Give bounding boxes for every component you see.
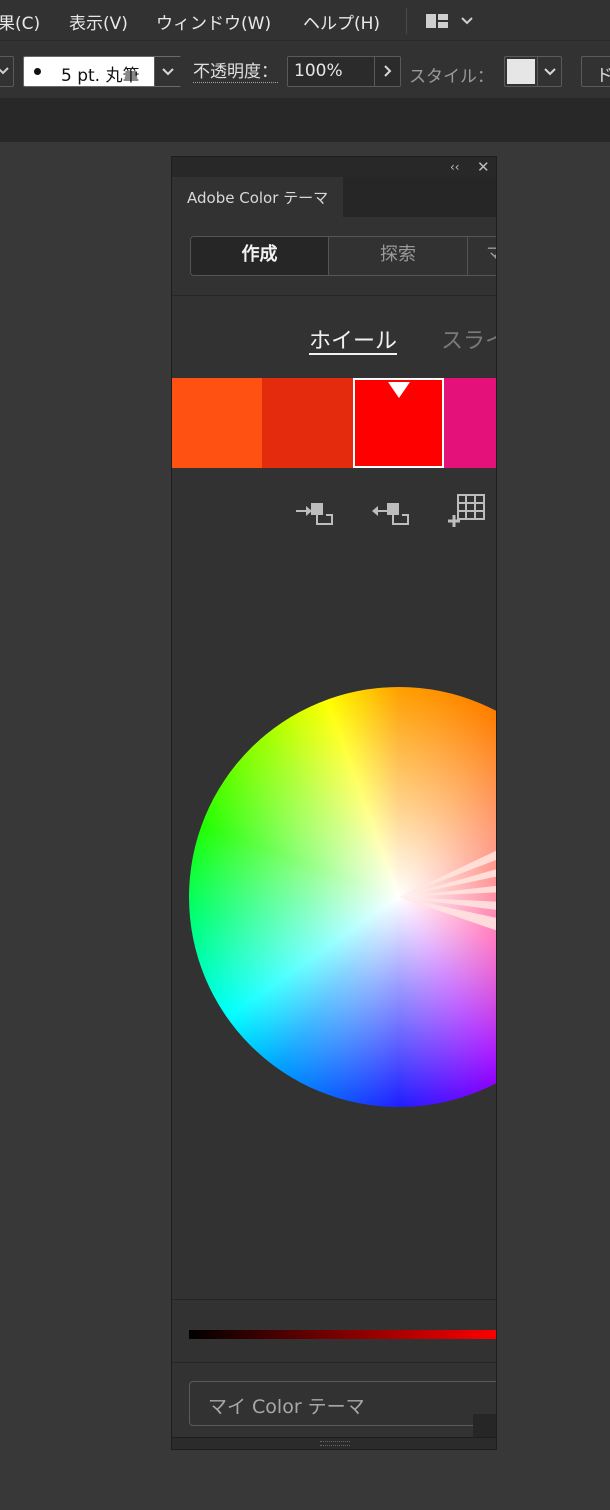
panel-tab-bar: Adobe Color テーマ (172, 177, 496, 217)
tab-explore[interactable]: 探索 (329, 237, 468, 275)
resize-corner[interactable] (473, 1414, 496, 1438)
document-tab-strip (0, 98, 610, 142)
style-dropdown-button[interactable] (537, 57, 562, 86)
brush-label: 5 pt. 丸筆 (61, 66, 140, 86)
chevron-right-icon (384, 65, 392, 77)
tab-wheel[interactable]: ホイール (309, 323, 397, 355)
add-to-swatches-button[interactable] (294, 497, 334, 531)
opacity-label[interactable]: 不透明度： (193, 62, 278, 83)
previous-dropdown-button[interactable] (0, 56, 14, 87)
brush-dot-icon (34, 68, 41, 75)
document-setup-label: ド (596, 66, 610, 86)
divider (172, 1299, 496, 1300)
graphic-style-picker[interactable] (504, 56, 562, 87)
style-label: スタイル： (409, 67, 494, 87)
swatch-3[interactable] (353, 378, 444, 468)
panel-titlebar[interactable]: ‹‹ ✕ (172, 157, 496, 177)
opacity-slider-button[interactable] (374, 57, 401, 86)
collapse-panel-icon[interactable]: ‹‹ (450, 160, 460, 174)
close-icon[interactable]: ✕ (477, 158, 490, 176)
base-color-marker-icon (388, 382, 410, 398)
brush-definition-field[interactable]: 5 pt. 丸筆 (23, 56, 181, 87)
panel-bottom-grip[interactable] (172, 1437, 496, 1449)
get-from-selection-icon (372, 503, 409, 525)
swatch-1[interactable] (172, 378, 262, 468)
swatch-2[interactable] (262, 378, 353, 468)
swatch-grid-plus-icon (448, 494, 485, 527)
swatch-4[interactable] (444, 378, 496, 468)
get-from-selection-button[interactable] (370, 497, 410, 531)
menu-effect[interactable]: 果(C) (0, 9, 40, 34)
library-dropdown-label: マイ Color テーマ (208, 1396, 365, 1418)
tab-create[interactable]: 作成 (191, 237, 329, 275)
harmony-markers (399, 850, 496, 931)
opacity-input[interactable]: 100% (287, 56, 401, 87)
chevron-down-icon (544, 68, 556, 76)
opacity-value: 100% (294, 61, 343, 81)
menu-help[interactable]: ヘルプ(H) (303, 9, 380, 34)
workspace-switcher-button[interactable] (424, 12, 474, 34)
divider (172, 1362, 496, 1363)
tab-sliders[interactable]: スライ (441, 323, 496, 355)
brightness-slider[interactable] (189, 1330, 496, 1339)
color-wheel[interactable] (189, 687, 496, 1107)
menu-separator (406, 8, 407, 34)
menu-view[interactable]: 表示(V) (69, 9, 128, 34)
library-dropdown[interactable]: マイ Color テーマ (189, 1381, 496, 1426)
graphic-style-swatch (507, 59, 535, 84)
add-to-swatches-icon (296, 503, 333, 525)
panel-tab-adobe-color[interactable]: Adobe Color テーマ (172, 177, 343, 217)
brush-dropdown-button[interactable] (154, 57, 181, 86)
divider (172, 295, 496, 296)
adobe-color-themes-panel: ‹‹ ✕ Adobe Color テーマ 作成 探索 マ ホイール スライ (171, 156, 497, 1450)
workspace-layout-icon (426, 14, 473, 28)
menu-window[interactable]: ウィンドウ(W) (156, 9, 271, 34)
panel-tab-label: Adobe Color テーマ (187, 189, 329, 207)
tab-my-themes[interactable]: マ (468, 237, 496, 275)
document-setup-button[interactable]: ド (581, 56, 610, 87)
menu-bar: 果(C) 表示(V) ウィンドウ(W) ヘルプ(H) (0, 0, 610, 40)
mode-segmented-control: 作成 探索 マ (190, 236, 496, 276)
add-swatch-group-button[interactable] (446, 493, 488, 533)
control-bar: 5 pt. 丸筆 不透明度： 100% スタイル： ド (0, 40, 610, 100)
